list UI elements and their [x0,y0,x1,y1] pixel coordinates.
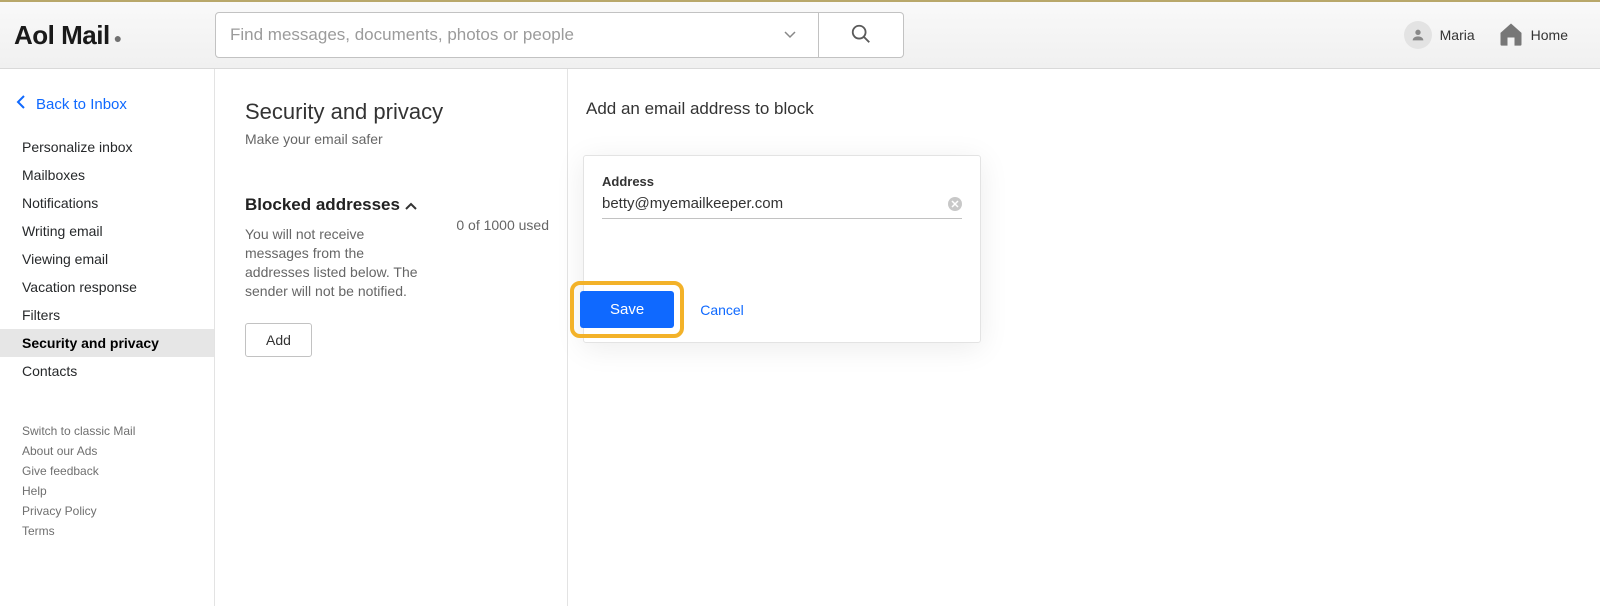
sidebar-item-label: Contacts [22,363,77,379]
sidebar-footer: Switch to classic Mail About our Ads Giv… [0,385,214,541]
footer-classic[interactable]: Switch to classic Mail [22,421,200,441]
logo-text: Aol Mail [14,20,110,51]
sidebar-item-notifications[interactable]: Notifications [0,189,214,217]
user-area: Maria Home [1404,20,1586,51]
home-label: Home [1531,27,1568,43]
search-wrap [215,12,904,58]
save-label: Save [610,301,644,318]
footer-help[interactable]: Help [22,481,200,501]
avatar[interactable] [1404,21,1432,49]
panel-settings: Security and privacy Make your email saf… [215,69,568,606]
footer-privacy[interactable]: Privacy Policy [22,501,200,521]
user-name: Maria [1440,27,1475,43]
sidebar: Back to Inbox Personalize inbox Mailboxe… [0,69,215,606]
search-button[interactable] [819,12,904,58]
blocked-description: You will not receive messages from the a… [245,225,427,301]
address-label: Address [602,174,962,189]
cancel-link[interactable]: Cancel [700,302,744,318]
back-label: Back to Inbox [36,96,127,113]
search-box[interactable] [215,12,819,58]
page-title: Security and privacy [245,99,549,125]
sidebar-item-contacts[interactable]: Contacts [0,357,214,385]
blocked-addresses-section: Blocked addresses You will not receive m… [245,195,549,357]
save-button[interactable]: Save [580,291,674,328]
sidebar-item-label: Vacation response [22,279,137,295]
sidebar-item-filters[interactable]: Filters [0,301,214,329]
sidebar-item-label: Mailboxes [22,167,85,183]
footer-ads[interactable]: About our Ads [22,441,200,461]
blocked-count: 0 of 1000 used [439,195,549,301]
sidebar-item-label: Viewing email [22,251,108,267]
page-subtitle: Make your email safer [245,131,549,147]
clear-input-icon[interactable] [948,197,962,211]
footer-terms[interactable]: Terms [22,521,200,541]
back-to-inbox[interactable]: Back to Inbox [0,87,214,133]
add-button[interactable]: Add [245,323,312,357]
search-caret-icon[interactable] [776,31,804,39]
sidebar-item-label: Security and privacy [22,335,159,351]
address-card: Address Save Cancel [583,155,981,343]
sidebar-item-personalize[interactable]: Personalize inbox [0,133,214,161]
footer-feedback[interactable]: Give feedback [22,461,200,481]
address-input[interactable] [602,195,948,212]
panel-add-block: Add an email address to block Address Sa… [568,69,1600,606]
back-arrow-icon [16,95,26,113]
search-input[interactable] [230,25,776,45]
header: Aol Mail ● Maria Home [0,0,1600,69]
blocked-title: Blocked addresses [245,195,405,215]
sidebar-item-label: Notifications [22,195,98,211]
sidebar-item-security[interactable]: Security and privacy [0,329,214,357]
sidebar-item-writing[interactable]: Writing email [0,217,214,245]
sidebar-item-label: Writing email [22,223,103,239]
logo-dot-icon: ● [114,30,122,46]
chevron-up-icon[interactable] [405,197,417,215]
sidebar-item-label: Personalize inbox [22,139,133,155]
sidebar-item-vacation[interactable]: Vacation response [0,273,214,301]
sidebar-item-mailboxes[interactable]: Mailboxes [0,161,214,189]
sidebar-item-label: Filters [22,307,60,323]
logo: Aol Mail ● [14,20,184,51]
search-icon [850,23,872,48]
home-icon [1497,20,1525,51]
home-link[interactable]: Home [1497,20,1568,51]
sidebar-item-viewing[interactable]: Viewing email [0,245,214,273]
add-block-title: Add an email address to block [586,99,1600,119]
